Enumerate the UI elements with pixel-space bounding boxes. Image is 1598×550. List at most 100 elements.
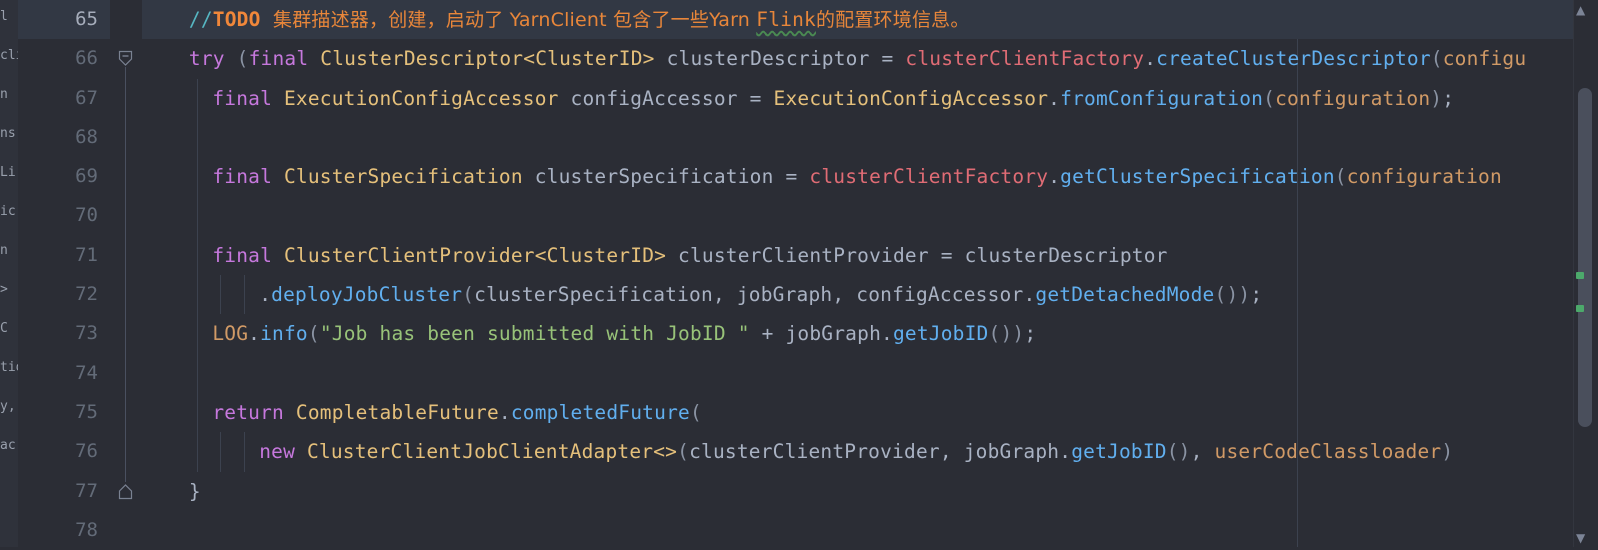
code-line[interactable] <box>142 117 1573 158</box>
indent-guide <box>196 275 198 315</box>
line-number[interactable]: 75 <box>18 393 110 432</box>
code-token: ( <box>1263 86 1276 110</box>
code-line[interactable]: LOG.info("Job has been submitted with Jo… <box>142 314 1573 354</box>
scrollbar-warning-marker[interactable] <box>1576 272 1584 279</box>
line-number[interactable]: 69 <box>18 157 110 196</box>
code-token: <> <box>653 440 678 464</box>
code-token: 集群描述器，创建，启动了 YarnClient 包含了一些Yarn <box>260 9 757 31</box>
code-line-content: new ClusterClientJobClientAdapter<>(clus… <box>142 432 1453 471</box>
indent-guide <box>243 432 245 472</box>
editor-scrollbar[interactable]: ▲ ▼ <box>1573 0 1598 547</box>
code-token: ; <box>1250 283 1263 307</box>
line-number[interactable]: 74 <box>18 354 110 393</box>
fold-collapse-start-icon[interactable] <box>117 50 134 67</box>
code-token: ) <box>1238 283 1251 307</box>
code-token: configuration <box>1275 86 1431 110</box>
code-token: . <box>1059 440 1072 464</box>
code-token: clusterDescriptor <box>666 47 870 71</box>
code-token: ; <box>1442 86 1455 110</box>
fold-collapse-end-icon[interactable] <box>117 483 134 500</box>
code-token: . <box>1048 165 1061 189</box>
code-token: getJobID <box>892 322 989 346</box>
code-line-content: final ExecutionConfigAccessor configAcce… <box>142 79 1454 118</box>
scrollbar-thumb[interactable] <box>1578 87 1592 427</box>
code-token: configAccessor <box>570 86 738 110</box>
code-line[interactable] <box>142 196 1573 236</box>
code-line-content: final ClusterClientProvider<ClusterID> c… <box>142 236 1168 275</box>
code-line-content: final ClusterSpecification clusterSpecif… <box>142 157 1502 196</box>
code-token: "Job has been submitted with JobID " <box>319 322 750 346</box>
adjacent-panel-strip[interactable]: l cli n ns Li ic n > Ctio y, ac <box>0 0 18 547</box>
line-number[interactable]: 71 <box>18 236 110 275</box>
line-number[interactable]: 65 <box>18 0 110 40</box>
code-token: , <box>939 440 964 464</box>
code-line[interactable]: .deployJobCluster(clusterSpecification, … <box>142 275 1573 315</box>
code-line[interactable] <box>142 353 1573 393</box>
scrollbar-warning-marker[interactable] <box>1576 305 1584 312</box>
code-token: fromConfiguration <box>1060 86 1264 110</box>
code-line[interactable]: final ClusterSpecification clusterSpecif… <box>142 157 1573 197</box>
indent-guide <box>196 117 198 158</box>
code-token: getJobID <box>1071 440 1167 464</box>
code-line[interactable]: new ClusterClientJobClientAdapter<>(clus… <box>142 432 1573 472</box>
code-token: = <box>773 165 810 189</box>
code-token: = <box>869 47 906 71</box>
code-token: ; <box>1024 322 1037 346</box>
code-line[interactable]: } <box>142 472 1573 511</box>
code-line-content: return CompletableFuture.completedFuture… <box>142 393 702 432</box>
code-token: > <box>642 47 667 71</box>
code-token: + <box>749 322 786 346</box>
code-token: ClusterSpecification <box>283 165 523 189</box>
code-line[interactable]: final ExecutionConfigAccessor configAcce… <box>142 78 1573 118</box>
line-number[interactable]: 77 <box>18 472 110 511</box>
code-line-content: try (final ClusterDescriptor<ClusterID> … <box>142 39 1526 78</box>
adjacent-panel-text-fragment: Li <box>0 165 16 180</box>
code-token: . <box>1144 47 1157 71</box>
code-token: ( <box>689 400 702 424</box>
code-token: () <box>988 322 1013 346</box>
scroll-down-icon[interactable]: ▼ <box>1576 532 1585 544</box>
code-line[interactable]: try (final ClusterDescriptor<ClusterID> … <box>142 39 1573 78</box>
line-number-gutter[interactable]: 65 66 67 68 69 70 71 72 73 74 75 76 77 78 <box>18 0 110 547</box>
code-token: . <box>259 283 272 307</box>
line-number[interactable]: 70 <box>18 196 110 235</box>
code-token: clusterClientProvider <box>678 243 929 267</box>
code-token: return <box>212 400 284 424</box>
indent-guide <box>196 78 198 118</box>
code-token: clusterClientFactory <box>905 47 1145 71</box>
code-token: } <box>188 479 201 503</box>
adjacent-panel-text-fragment: cli <box>0 48 18 63</box>
line-number[interactable]: 66 <box>18 39 110 78</box>
line-number[interactable]: 68 <box>18 118 110 157</box>
adjacent-panel-text-fragment: ns <box>0 126 16 141</box>
code-folding-strip[interactable] <box>110 0 142 547</box>
code-token: TODO <box>212 8 261 31</box>
code-token: // <box>188 8 213 31</box>
line-number[interactable]: 72 <box>18 275 110 314</box>
adjacent-panel-text-fragment: ic <box>0 204 16 219</box>
code-token: < <box>534 243 547 267</box>
code-text-area[interactable]: //TODO 集群描述器，创建，启动了 YarnClient 包含了一些Yarn… <box>142 0 1573 547</box>
code-line[interactable] <box>142 511 1573 547</box>
indent-guide <box>196 157 198 197</box>
scroll-up-icon[interactable]: ▲ <box>1576 4 1585 16</box>
line-number[interactable]: 76 <box>18 432 110 471</box>
code-line[interactable]: final ClusterClientProvider<ClusterID> c… <box>142 235 1573 276</box>
adjacent-panel-text-fragment: tio <box>0 360 18 375</box>
adjacent-panel-text-fragment: n <box>0 87 8 102</box>
code-line-content: .deployJobCluster(clusterSpecification, … <box>142 275 1262 314</box>
line-number[interactable]: 67 <box>18 79 110 118</box>
indent-guide <box>196 235 198 276</box>
line-number[interactable]: 73 <box>18 314 110 353</box>
code-token: ExecutionConfigAccessor <box>773 86 1049 110</box>
code-line[interactable]: //TODO 集群描述器，创建，启动了 YarnClient 包含了一些Yarn… <box>142 0 1573 40</box>
line-number[interactable]: 78 <box>18 511 110 550</box>
code-line-content: } <box>142 472 201 511</box>
code-line[interactable]: return CompletableFuture.completedFuture… <box>142 392 1573 433</box>
